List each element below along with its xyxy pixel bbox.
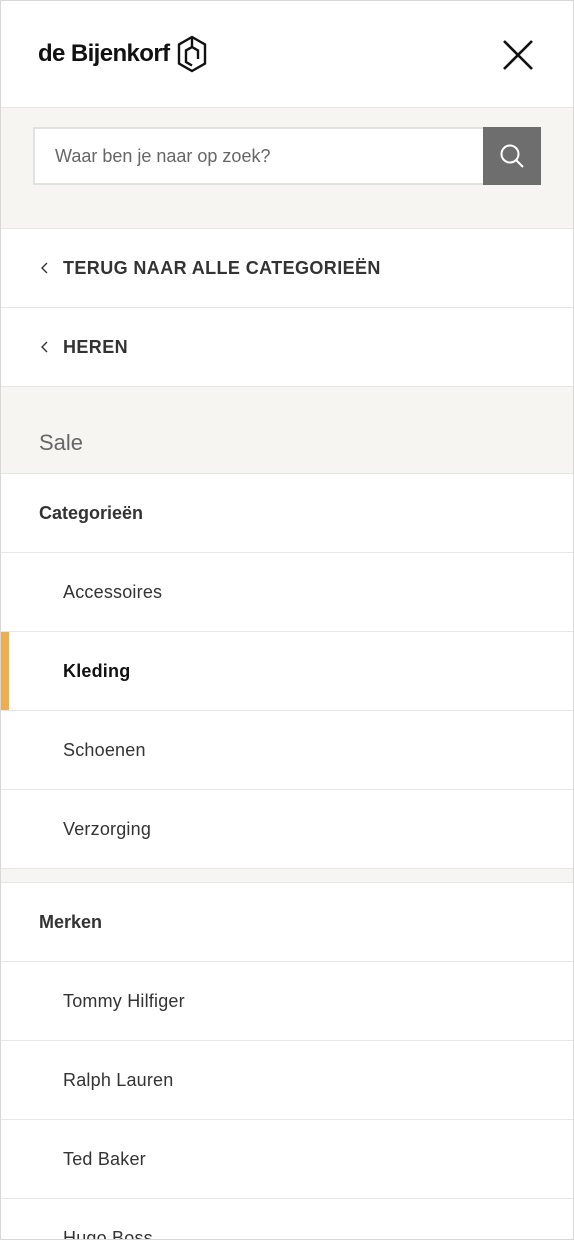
current-section-header: Sale bbox=[1, 387, 573, 474]
close-icon bbox=[503, 40, 533, 70]
brands-heading: Merken bbox=[1, 883, 573, 962]
brands-title: Merken bbox=[39, 911, 103, 932]
category-item-schoenen[interactable]: Schoenen bbox=[1, 711, 573, 790]
search-button[interactable] bbox=[483, 127, 541, 185]
brand-item-tommy-hilfiger[interactable]: Tommy Hilfiger bbox=[1, 962, 573, 1041]
chevron-left-icon bbox=[41, 341, 48, 353]
back-to-heren[interactable]: HEREN bbox=[1, 308, 573, 387]
category-label: Schoenen bbox=[63, 739, 146, 760]
category-label: Kleding bbox=[63, 660, 131, 681]
back-all-label: TERUG NAAR ALLE CATEGORIEËN bbox=[63, 257, 381, 278]
search-icon bbox=[500, 144, 524, 168]
brand-label: Hugo Boss bbox=[63, 1227, 153, 1240]
chevron-left-icon bbox=[41, 262, 48, 274]
logo-text: de Bijenkorf bbox=[38, 40, 170, 67]
search-box bbox=[33, 127, 541, 185]
category-label: Verzorging bbox=[63, 818, 152, 839]
active-indicator bbox=[1, 632, 9, 710]
brand-label: Ralph Lauren bbox=[63, 1069, 174, 1090]
brand-item-ted-baker[interactable]: Ted Baker bbox=[1, 1120, 573, 1199]
category-label: Accessoires bbox=[63, 581, 163, 602]
section-divider bbox=[1, 869, 573, 883]
search-area bbox=[1, 108, 573, 229]
brand-logo[interactable]: de Bijenkorf bbox=[38, 35, 208, 73]
bijenkorf-hexagon-icon bbox=[177, 35, 206, 73]
brand-item-ralph-lauren[interactable]: Ralph Lauren bbox=[1, 1041, 573, 1120]
search-input[interactable] bbox=[35, 129, 483, 183]
back-parent-label: HEREN bbox=[63, 336, 129, 357]
brand-label: Ted Baker bbox=[63, 1148, 146, 1169]
section-title: Sale bbox=[39, 430, 84, 455]
close-button[interactable] bbox=[501, 38, 535, 72]
categories-heading: Categorieën bbox=[1, 474, 573, 553]
category-item-kleding[interactable]: Kleding bbox=[1, 632, 573, 711]
category-item-accessoires[interactable]: Accessoires bbox=[1, 553, 573, 632]
menu-drawer: de Bijenkorf TE bbox=[0, 0, 574, 1240]
categories-title: Categorieën bbox=[39, 502, 144, 523]
back-to-all-categories[interactable]: TERUG NAAR ALLE CATEGORIEËN bbox=[1, 229, 573, 308]
brand-label: Tommy Hilfiger bbox=[63, 990, 185, 1011]
brand-item-hugo-boss[interactable]: Hugo Boss bbox=[1, 1199, 573, 1240]
category-item-verzorging[interactable]: Verzorging bbox=[1, 790, 573, 869]
drawer-header: de Bijenkorf bbox=[1, 1, 573, 108]
